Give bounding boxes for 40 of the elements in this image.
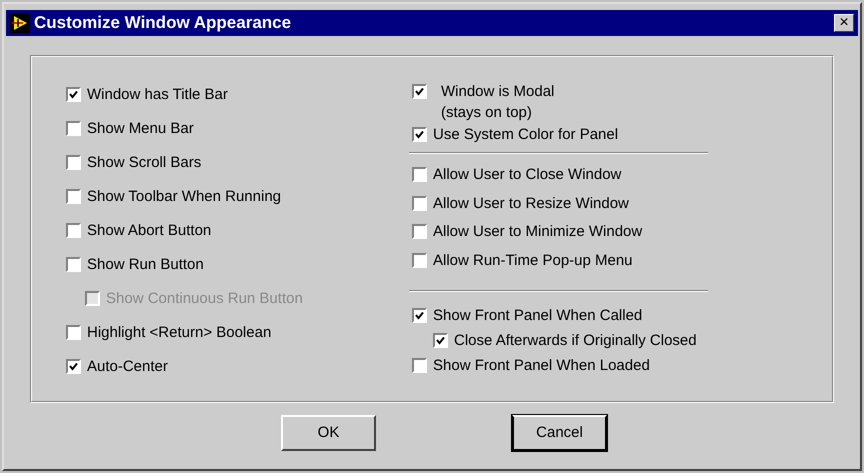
checkbox[interactable] bbox=[433, 333, 448, 348]
checkbox[interactable] bbox=[412, 252, 427, 268]
checkbox-label: Show Continuous Run Button bbox=[106, 290, 303, 307]
checkbox[interactable] bbox=[66, 257, 81, 272]
checkbox-label: Show Toolbar When Running bbox=[87, 188, 282, 205]
checkbox[interactable] bbox=[66, 325, 81, 340]
checkbox[interactable] bbox=[66, 189, 81, 204]
close-button[interactable]: × bbox=[834, 14, 854, 32]
checkbox-label: Window is Modal bbox=[441, 83, 554, 100]
checkbox[interactable] bbox=[66, 223, 81, 238]
checkbox[interactable] bbox=[412, 84, 427, 99]
checkbox[interactable] bbox=[66, 359, 81, 374]
checkbox[interactable] bbox=[412, 358, 427, 373]
checkbox-label: Highlight <Return> Boolean bbox=[87, 324, 272, 341]
checkbox-label: Allow User to Close Window bbox=[433, 166, 622, 183]
window-title: Customize Window Appearance bbox=[34, 12, 292, 34]
checkbox-label: Auto-Center bbox=[87, 358, 168, 375]
checkbox[interactable] bbox=[66, 121, 81, 136]
dialog-button[interactable]: Cancel bbox=[512, 415, 607, 451]
checkbox[interactable] bbox=[412, 224, 427, 239]
checkbox[interactable] bbox=[66, 155, 81, 170]
checkbox-label: Window has Title Bar bbox=[87, 86, 228, 103]
checkbox[interactable] bbox=[412, 308, 427, 323]
checkbox-label: Show Front Panel When Loaded bbox=[433, 357, 650, 374]
checkbox-label: Allow User to Minimize Window bbox=[433, 223, 642, 240]
checkbox-label: Allow User to Resize Window bbox=[433, 194, 629, 212]
checkbox[interactable] bbox=[412, 127, 427, 142]
dialog-button[interactable]: OK bbox=[281, 415, 376, 451]
checkbox-label: Show Scroll Bars bbox=[87, 154, 202, 171]
checkbox[interactable] bbox=[412, 167, 427, 182]
checkbox-label: Show Run Button bbox=[87, 256, 204, 273]
checkbox-label: Show Abort Button bbox=[87, 222, 212, 239]
checkbox-label: Close Afterwards if Originally Closed bbox=[454, 332, 697, 349]
checkbox[interactable] bbox=[412, 196, 427, 210]
note-text: (stays on top) bbox=[441, 104, 533, 121]
checkbox[interactable] bbox=[66, 87, 81, 102]
checkbox-label: Show Menu Bar bbox=[87, 120, 194, 137]
checkbox-label: Allow Run-Time Pop-up Menu bbox=[433, 252, 633, 268]
checkbox-label: Use System Color for Panel bbox=[433, 126, 618, 143]
checkbox-label: Show Front Panel When Called bbox=[433, 307, 642, 324]
